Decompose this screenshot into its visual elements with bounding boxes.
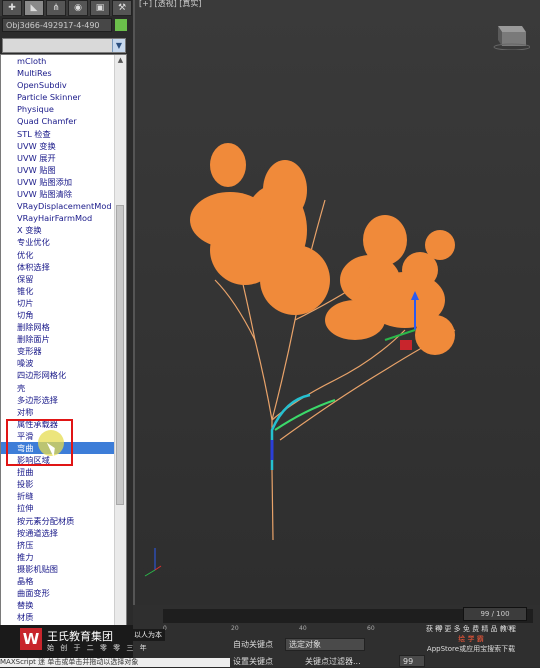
selected-object-dropdown[interactable]: 选定对象	[285, 638, 365, 651]
modifier-list-item[interactable]: 变形器	[1, 345, 126, 357]
modifier-list-item[interactable]: 多边形选择	[1, 394, 126, 406]
tree-model[interactable]	[135, 0, 540, 605]
utilities-icon[interactable]: ⚒	[112, 0, 132, 16]
modifier-list-item[interactable]: 保留	[1, 273, 126, 285]
auto-key-button[interactable]: 自动关键点	[233, 639, 273, 650]
modifier-list-scrollbar[interactable]: ▲ ▼	[114, 55, 126, 636]
status-prompt: 单击或单击并拖动以选择对象	[47, 658, 139, 666]
modifier-list-item[interactable]: 投影	[1, 478, 126, 490]
ruler-tick-label: 20	[231, 625, 239, 632]
modifier-list-item[interactable]: OpenSubdiv	[1, 79, 126, 91]
modifier-list-item[interactable]: UVW 变换	[1, 140, 126, 152]
current-frame-field[interactable]: 99	[399, 655, 425, 667]
modifier-list-item[interactable]: STL 检查	[1, 128, 126, 140]
modifier-list-item[interactable]: UVW 贴图	[1, 164, 126, 176]
modifier-list-item[interactable]: Particle Skinner	[1, 91, 126, 103]
set-key-button[interactable]: 设置关键点	[233, 656, 273, 667]
modifier-list-item[interactable]: 折缝	[1, 490, 126, 502]
perspective-viewport[interactable]: [+] [透视] [真实]	[133, 0, 540, 605]
modifier-list-item[interactable]: 推力	[1, 551, 126, 563]
modifier-list-item[interactable]: mCloth	[1, 55, 126, 67]
modifier-list-item[interactable]: 删除网格	[1, 321, 126, 333]
modifier-list-item[interactable]: UVW 展开	[1, 152, 126, 164]
scroll-up-icon[interactable]: ▲	[115, 55, 126, 66]
modifier-list-item[interactable]: 对称	[1, 406, 126, 418]
modifier-list-item[interactable]: 优化	[1, 249, 126, 261]
brand-mark-icon: W	[20, 628, 42, 650]
modifier-list-item[interactable]: 扭曲	[1, 466, 126, 478]
modifier-list-item[interactable]: Physique	[1, 103, 126, 115]
motion-icon[interactable]: ◉	[68, 0, 88, 16]
chevron-down-icon[interactable]: ▼	[112, 39, 125, 52]
modifier-list-item[interactable]: 摄影机贴图	[1, 563, 126, 575]
modifier-list-item[interactable]: X 变换	[1, 224, 126, 236]
modifier-list-item[interactable]: 体积选择	[1, 261, 126, 273]
modifier-list-item[interactable]: 锥化	[1, 285, 126, 297]
modify-icon[interactable]: ◣	[24, 0, 44, 16]
brand-subtitle: 始 创 于 二 零 零 三 年	[47, 644, 149, 652]
modifier-list-item[interactable]: VRayDisplacementMod	[1, 200, 126, 212]
modifier-list-item[interactable]: 噪波	[1, 357, 126, 369]
modifier-list-item[interactable]: 壳	[1, 382, 126, 394]
object-color-swatch[interactable]	[115, 19, 127, 31]
modifier-list-item[interactable]: UVW 贴图清除	[1, 188, 126, 200]
object-name-row: Obj3d66-492917-4-490	[0, 17, 133, 35]
time-slider-thumb[interactable]: 99 / 100	[463, 607, 527, 621]
display-icon[interactable]: ▣	[90, 0, 110, 16]
modifier-list-item[interactable]: 专业优化	[1, 236, 126, 248]
modifier-list: mCloth MultiRes OpenSubdiv Particle Skinner…	[0, 54, 127, 637]
modifier-list-item[interactable]: UVW 贴图添加	[1, 176, 126, 188]
maxscript-listener[interactable]: MAXScript 迷	[0, 658, 45, 666]
promo-brand: 绘 学 霸	[458, 635, 484, 643]
modifier-list-item[interactable]: 切角	[1, 309, 126, 321]
modifier-list-item[interactable]: 曲面变形	[1, 587, 126, 599]
promo-line2: AppStore或应用宝搜索下载	[426, 645, 516, 653]
command-panel-tabs: ✚ ◣ ⋔ ◉ ▣ ⚒	[0, 0, 132, 16]
modifier-list-item[interactable]: 四边形网格化	[1, 369, 126, 381]
brand-slogan: 以人为本	[131, 629, 165, 641]
modifier-list-item[interactable]: 按元素分配材质	[1, 515, 126, 527]
promo-line1: 获 得 更 多 免 费 精 品 教 程	[425, 625, 517, 633]
status-bar: MAXScript 迷 单击或单击并拖动以选择对象	[0, 658, 230, 667]
brand-title: 王氏教育集团	[47, 630, 113, 643]
hierarchy-icon[interactable]: ⋔	[46, 0, 66, 16]
modifier-list-item[interactable]: 按通道选择	[1, 527, 126, 539]
modifier-list-dropdown[interactable]: ▼	[2, 38, 126, 53]
modifier-list-item[interactable]: MultiRes	[1, 67, 126, 79]
ruler-tick-label: 60	[367, 625, 375, 632]
modifier-list-item[interactable]: VRayHairFarmMod	[1, 212, 126, 224]
time-slider[interactable]: 99 / 100 020406080100	[163, 607, 533, 632]
modifier-list-item[interactable]: 挤压	[1, 539, 126, 551]
ruler-tick-label: 40	[299, 625, 307, 632]
modifier-list-item[interactable]: 晶格	[1, 575, 126, 587]
modifier-list-item[interactable]: 切片	[1, 297, 126, 309]
modifier-list-item[interactable]: 删除面片	[1, 333, 126, 345]
object-name-field[interactable]: Obj3d66-492917-4-490	[2, 18, 112, 32]
promo-watermark: 获 得 更 多 免 费 精 品 教 程 绘 学 霸 AppStore或应用宝搜索…	[405, 624, 537, 654]
scrollbar-thumb[interactable]	[116, 205, 124, 505]
modifier-list-item[interactable]: 替换	[1, 599, 126, 611]
modifier-list-item[interactable]: Quad Chamfer	[1, 115, 126, 127]
create-icon[interactable]: ✚	[2, 0, 22, 16]
modifier-list-item[interactable]: 拉伸	[1, 502, 126, 514]
key-filter-button[interactable]: 关键点过滤器...	[305, 656, 361, 667]
modifier-list-item[interactable]: 材质	[1, 611, 126, 623]
